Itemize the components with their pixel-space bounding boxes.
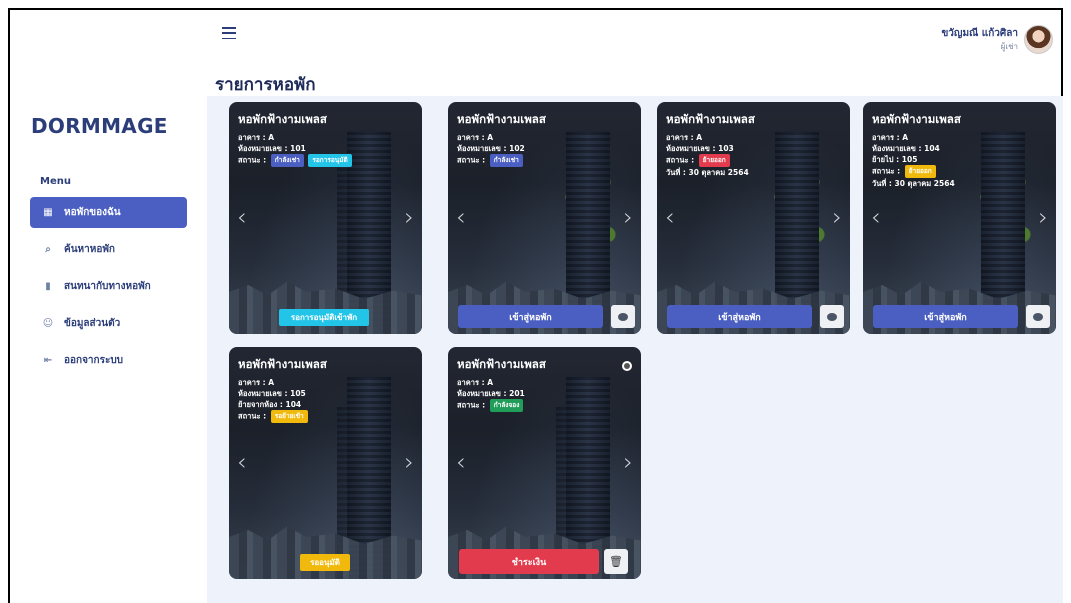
sidebar-item-label: หอพักของฉัน: [64, 207, 121, 218]
room-text: ห้องหมายเลข : 105: [238, 389, 306, 398]
date-text: วันที่ : 30 ตุลาคม 2564: [666, 168, 749, 177]
room-text: ห้องหมายเลข : 103: [666, 144, 734, 153]
sidebar: DORMMAGE Menu ▦ หอพักของฉัน ⌕ ค้นหาหอพัก…: [10, 10, 205, 603]
dorm-card: หอพักฟ้างามเพลส อาคาร : A ห้องหมายเลข : …: [229, 347, 422, 579]
user-role: ผู้เช่า: [1000, 42, 1018, 51]
status-label: สถานะ :: [872, 166, 901, 176]
chevron-left-icon[interactable]: ‹: [456, 450, 466, 474]
dorm-list: หอพักฟ้างามเพลส อาคาร : A ห้องหมายเลข : …: [207, 96, 1063, 603]
avatar[interactable]: [1024, 25, 1053, 54]
chevron-left-icon[interactable]: ‹: [237, 450, 247, 474]
dorm-card: หอพักฟ้างามเพลส อาคาร : A ห้องหมายเลข : …: [863, 102, 1056, 334]
dorm-name: หอพักฟ้างามเพลส: [457, 112, 546, 126]
building-text: อาคาร : A: [872, 133, 908, 142]
status-badge: รอการอนุมัติ: [308, 154, 352, 167]
chevron-right-icon[interactable]: ›: [623, 205, 633, 229]
search-icon: ⌕: [45, 244, 51, 255]
moved-to-text: ย้ายไป : 105: [872, 155, 918, 164]
status-badge: กำลังเช่า: [489, 154, 523, 167]
dorm-name: หอพักฟ้างามเพลส: [238, 112, 327, 126]
building-text: อาคาร : A: [238, 378, 274, 387]
status-badge: กำลังเช่า: [270, 154, 304, 167]
status-label: สถานะ :: [238, 155, 267, 165]
building-text: อาคาร : A: [457, 133, 493, 142]
status-row: สถานะ : กำลังเช่า รอการอนุมัติ: [238, 154, 413, 167]
status-badge: กำลังจอง: [489, 399, 524, 412]
user-name[interactable]: ขวัญมณี แก้วศิลา: [941, 26, 1018, 41]
status-badge: รอย้ายเข้า: [270, 410, 308, 423]
date-text: วันที่ : 30 ตุลาคม 2564: [872, 179, 955, 188]
status-row: สถานะ : ย้ายออก: [666, 154, 841, 167]
dorm-card: หอพักฟ้างามเพลส อาคาร : A ห้องหมายเลข : …: [448, 102, 641, 334]
chevron-right-icon[interactable]: ›: [832, 205, 842, 229]
status-badge: ย้ายออก: [698, 154, 730, 167]
chevron-right-icon[interactable]: ›: [1038, 205, 1048, 229]
dorm-name: หอพักฟ้างามเพลส: [238, 357, 327, 371]
logout-icon: ⇤: [43, 355, 53, 366]
status-row: สถานะ : ย้ายออก: [872, 165, 1047, 178]
trash-icon[interactable]: 🗑: [604, 549, 628, 574]
chevron-left-icon[interactable]: ‹: [871, 205, 881, 229]
app-window: DORMMAGE Menu ▦ หอพักของฉัน ⌕ ค้นหาหอพัก…: [8, 8, 1063, 603]
sidebar-item-my-dorm[interactable]: ▦ หอพักของฉัน: [30, 197, 187, 228]
enter-dorm-button[interactable]: เข้าสู่หอพัก: [667, 305, 812, 328]
user-icon: ☺: [42, 318, 54, 329]
sidebar-item-label: ข้อมูลส่วนตัว: [64, 318, 121, 329]
chevron-left-icon[interactable]: ‹: [456, 205, 466, 229]
room-text: ห้องหมายเลข : 102: [457, 144, 525, 153]
enter-dorm-button[interactable]: เข้าสู่หอพัก: [458, 305, 603, 328]
chevron-right-icon[interactable]: ›: [404, 205, 414, 229]
sidebar-item-search-dorm[interactable]: ⌕ ค้นหาหอพัก: [30, 234, 187, 265]
chat-icon[interactable]: [820, 305, 844, 328]
status-row: สถานะ : รอย้ายเข้า: [238, 410, 413, 423]
sidebar-item-chat[interactable]: ▮ สนทนากับทางหอพัก: [30, 271, 187, 302]
awaiting-approval-button[interactable]: รอการอนุมัติเข้าพัก: [279, 309, 369, 326]
dorm-name: หอพักฟ้างามเพลส: [457, 357, 546, 371]
page-title: รายการหอพัก: [215, 75, 316, 95]
menu-heading: Menu: [40, 176, 71, 187]
sidebar-nav: ▦ หอพักของฉัน ⌕ ค้นหาหอพัก ▮ สนทนากับทาง…: [30, 197, 187, 382]
sidebar-item-profile[interactable]: ☺ ข้อมูลส่วนตัว: [30, 308, 187, 339]
grid-icon: ▦: [43, 207, 53, 218]
sidebar-item-logout[interactable]: ⇤ ออกจากระบบ: [30, 345, 187, 376]
chat-icon[interactable]: [611, 305, 635, 328]
status-label: สถานะ :: [457, 155, 486, 165]
sidebar-item-label: สนทนากับทางหอพัก: [64, 281, 151, 292]
chevron-left-icon[interactable]: ‹: [665, 205, 675, 229]
building-text: อาคาร : A: [457, 378, 493, 387]
building-text: อาคาร : A: [238, 133, 274, 142]
status-label: สถานะ :: [457, 400, 486, 410]
room-text: ห้องหมายเลข : 104: [872, 144, 940, 153]
chevron-right-icon[interactable]: ›: [623, 450, 633, 474]
chevron-right-icon[interactable]: ›: [404, 450, 414, 474]
sidebar-item-label: ค้นหาหอพัก: [64, 244, 115, 255]
status-label: สถานะ :: [666, 155, 695, 165]
status-label: สถานะ :: [238, 411, 267, 421]
chat-icon: ▮: [45, 281, 51, 292]
moved-from-text: ย้ายจากห้อง : 104: [238, 400, 302, 409]
dorm-name: หอพักฟ้างามเพลส: [872, 112, 961, 126]
select-radio[interactable]: [622, 361, 632, 371]
dorm-card: หอพักฟ้างามเพลส อาคาร : A ห้องหมายเลข : …: [657, 102, 850, 334]
app-logo: DORMMAGE: [31, 114, 168, 138]
pay-button[interactable]: ชำระเงิน: [459, 549, 599, 574]
awaiting-approval-button[interactable]: รออนุมัติ: [300, 554, 350, 571]
dorm-card: หอพักฟ้างามเพลส อาคาร : A ห้องหมายเลข : …: [448, 347, 641, 579]
dorm-card: หอพักฟ้างามเพลส อาคาร : A ห้องหมายเลข : …: [229, 102, 422, 334]
room-text: ห้องหมายเลข : 101: [238, 144, 306, 153]
status-row: สถานะ : กำลังเช่า: [457, 154, 632, 167]
enter-dorm-button[interactable]: เข้าสู่หอพัก: [873, 305, 1018, 328]
chevron-left-icon[interactable]: ‹: [237, 205, 247, 229]
status-row: สถานะ : กำลังจอง: [457, 399, 632, 412]
chat-icon[interactable]: [1026, 305, 1050, 328]
dorm-name: หอพักฟ้างามเพลส: [666, 112, 755, 126]
hamburger-menu-icon[interactable]: [222, 27, 236, 39]
building-text: อาคาร : A: [666, 133, 702, 142]
status-badge: ย้ายออก: [904, 165, 936, 178]
sidebar-item-label: ออกจากระบบ: [64, 355, 124, 366]
room-text: ห้องหมายเลข : 201: [457, 389, 525, 398]
